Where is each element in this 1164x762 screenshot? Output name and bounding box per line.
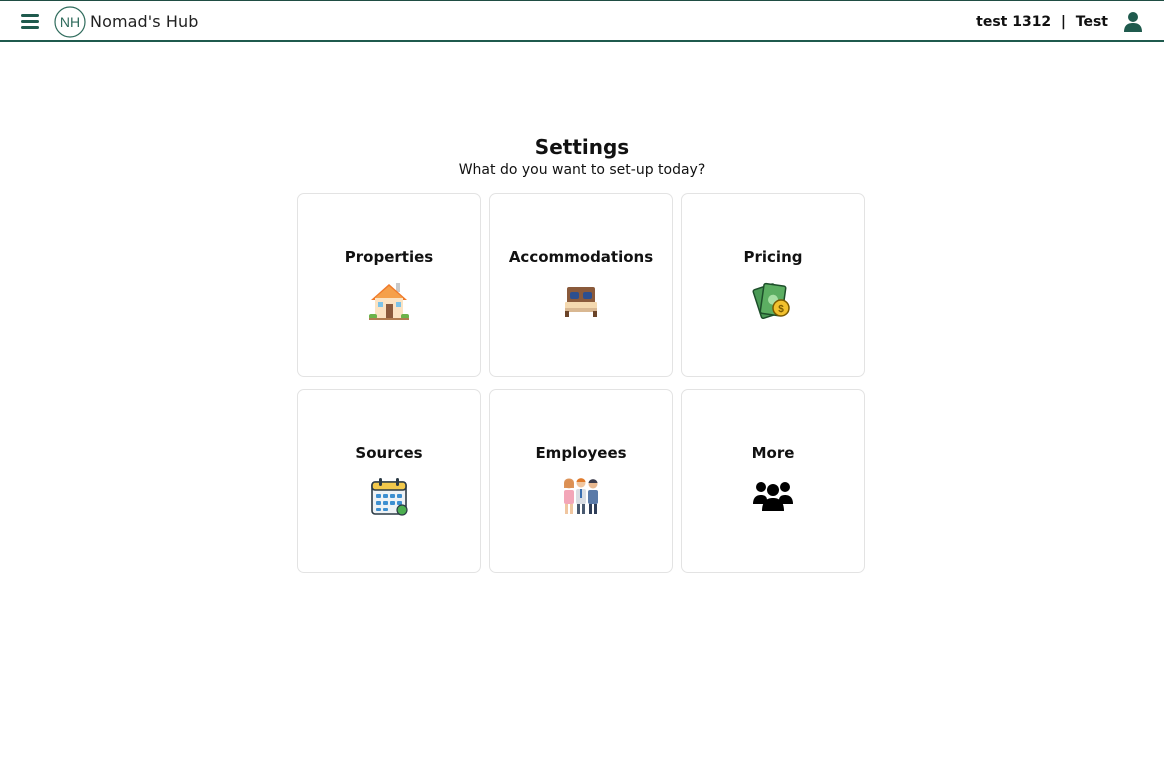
house-icon (369, 283, 409, 320)
settings-header: Settings What do you want to set-up toda… (0, 134, 1164, 178)
brand-logo-link[interactable]: NH Nomad's Hub (54, 5, 199, 38)
card-pricing[interactable]: Pricing $ (681, 193, 865, 377)
users-group-icon (753, 482, 793, 511)
card-label: Employees (535, 444, 627, 462)
top-navbar: NH Nomad's Hub test 1312 | Test (0, 0, 1164, 42)
card-more[interactable]: More (681, 389, 865, 573)
user-icon[interactable] (1122, 11, 1144, 33)
card-label: Sources (355, 444, 423, 462)
hamburger-menu-icon[interactable] (21, 13, 39, 29)
employees-icon (564, 478, 598, 514)
settings-card-grid: Properties Accommodations Pricing $ Sour… (297, 193, 865, 573)
card-label: Accommodations (508, 248, 654, 266)
card-label: More (751, 444, 795, 462)
brand-initials: NH (60, 14, 80, 30)
brand-logo-icon: NH (54, 5, 86, 38)
card-sources[interactable]: Sources (297, 389, 481, 573)
calendar-icon (371, 478, 408, 516)
brand-name: Nomad's Hub (90, 12, 199, 31)
card-properties[interactable]: Properties (297, 193, 481, 377)
card-accommodations[interactable]: Accommodations (489, 193, 673, 377)
money-icon: $ (752, 282, 790, 320)
card-employees[interactable]: Employees (489, 389, 673, 573)
user-account-label[interactable]: test 1312 | Test (976, 14, 1108, 30)
page-subtitle: What do you want to set-up today? (458, 162, 706, 178)
page-title: Settings (534, 135, 630, 159)
card-label: Properties (344, 248, 434, 266)
svg-text:$: $ (778, 304, 784, 315)
card-label: Pricing (743, 248, 803, 266)
user-area: test 1312 | Test (976, 10, 1144, 34)
bed-icon (565, 287, 597, 317)
